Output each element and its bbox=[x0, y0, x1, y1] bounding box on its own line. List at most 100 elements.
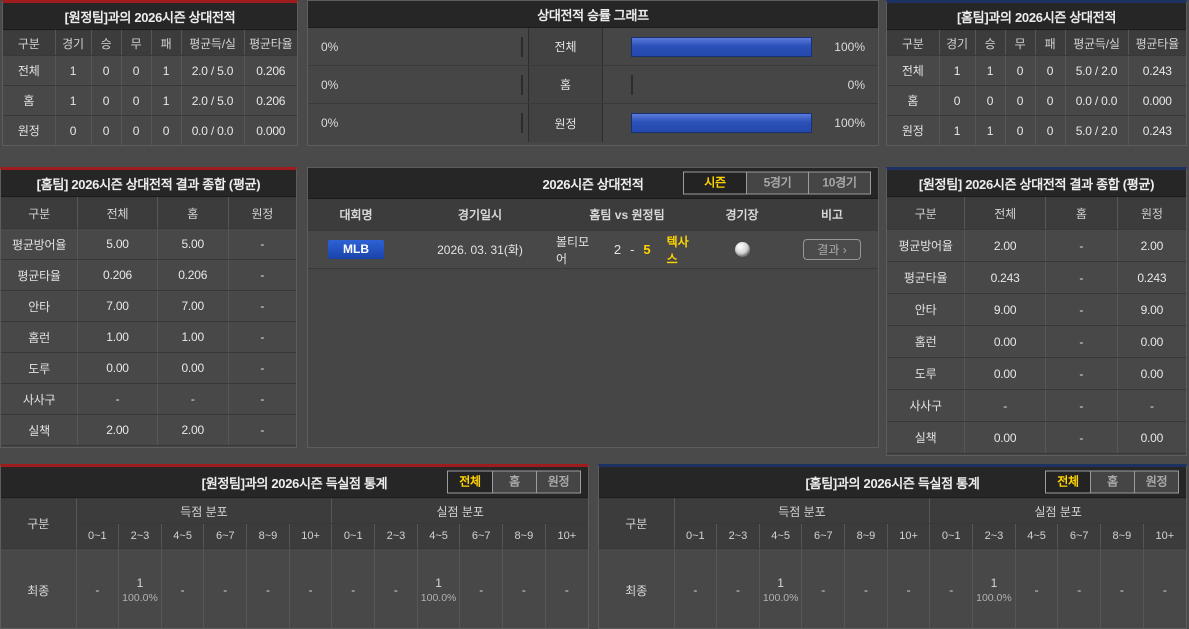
result-button[interactable]: 결과 › bbox=[803, 239, 860, 260]
table-row: 최종--1100.0%----1100.0%---- bbox=[599, 549, 1186, 629]
bin-header-row: 0~12~34~56~78~910+0~12~34~56~78~910+ bbox=[599, 524, 1186, 549]
distribution-cell: - bbox=[930, 549, 973, 629]
stat-cell: 0.0 / 0.0 bbox=[181, 116, 244, 146]
match-date: 2026. 03. 31(화) bbox=[404, 241, 556, 258]
home-winrate-value: 0% bbox=[848, 78, 865, 92]
distribution-cell: - bbox=[332, 549, 375, 629]
stat-cell: 0 bbox=[55, 116, 91, 146]
match-row[interactable]: MLB 2026. 03. 31(화) 볼티모어 2 - 5 텍사스 결과 › bbox=[308, 231, 878, 269]
bin-header: 6~7 bbox=[460, 524, 503, 549]
corner-header: 구분 bbox=[1, 499, 76, 549]
table-row: 평균방어율2.00-2.00 bbox=[887, 230, 1186, 262]
row-label: 실책 bbox=[887, 422, 965, 454]
stat-cell: 1 bbox=[55, 86, 91, 116]
league-cell: MLB bbox=[308, 240, 404, 259]
tab-away[interactable]: 원정 bbox=[1134, 472, 1178, 493]
distribution-cell: - bbox=[1101, 549, 1144, 629]
group-header: 득점 분포 bbox=[674, 499, 930, 524]
table-row: 최종-1100.0%------1100.0%--- bbox=[1, 549, 588, 629]
distribution-cell: - bbox=[545, 549, 588, 629]
panel-title: 2026시즌 상대전적 bbox=[543, 174, 644, 193]
stat-cell: 0.00 bbox=[1117, 422, 1186, 454]
score-dash: - bbox=[630, 242, 634, 257]
tab-all[interactable]: 전체 bbox=[1046, 472, 1090, 493]
tab-season[interactable]: 시즌 bbox=[684, 173, 746, 194]
stat-cell: 1 bbox=[151, 56, 181, 86]
column-header: 원정 bbox=[1117, 198, 1186, 230]
count-value: - bbox=[1035, 583, 1039, 597]
bin-header: 4~5 bbox=[1015, 524, 1058, 549]
row-label: 전체 bbox=[3, 56, 55, 86]
stat-cell: 0.206 bbox=[78, 260, 158, 291]
away-h2h-table: 구분경기승무패평균득/실평균타율전체10012.0 / 5.00.206홈100… bbox=[3, 30, 297, 146]
winrate-bar bbox=[631, 37, 812, 57]
panel-title-bar: [홈팀]과의 2026시즌 득실점 통계 전체홈원정 bbox=[599, 467, 1186, 498]
table-row: 도루0.000.00- bbox=[1, 353, 296, 384]
row-label: 평균타율 bbox=[887, 262, 965, 294]
column-header: 경기 bbox=[939, 31, 975, 56]
home-score-stats-table: 구분득점 분포실점 분포0~12~34~56~78~910+0~12~34~56… bbox=[599, 498, 1186, 629]
bin-header: 4~5 bbox=[759, 524, 802, 549]
stat-cell: 0 bbox=[1035, 56, 1065, 86]
percent-value: 100.0% bbox=[119, 592, 161, 604]
column-header-note: 비고 bbox=[786, 206, 878, 223]
row-label: 도루 bbox=[1, 353, 78, 384]
table-row: 실책2.002.00- bbox=[1, 415, 296, 446]
stat-cell: - bbox=[228, 415, 296, 446]
stat-cell: 0 bbox=[121, 56, 151, 86]
count-value: - bbox=[907, 583, 911, 597]
bin-header: 0~1 bbox=[76, 524, 119, 549]
column-header: 홈 bbox=[157, 198, 228, 229]
tab-5games[interactable]: 5경기 bbox=[746, 173, 808, 194]
count-value: - bbox=[223, 583, 227, 597]
distribution-cell: - bbox=[375, 549, 418, 629]
stat-cell: 2.0 / 5.0 bbox=[181, 86, 244, 116]
group-header: 실점 분포 bbox=[930, 499, 1186, 524]
panel-title: 상대전적 승률 그래프 bbox=[537, 5, 649, 24]
panel-title: [원정팀]과의 2026시즌 상대전적 bbox=[65, 7, 236, 26]
count-value: - bbox=[693, 583, 697, 597]
baseball-icon[interactable] bbox=[735, 242, 750, 257]
column-header: 승 bbox=[975, 31, 1005, 56]
row-label: 최종 bbox=[1, 549, 76, 629]
stat-cell: - bbox=[228, 384, 296, 415]
stat-cell: 0.206 bbox=[157, 260, 228, 291]
tab-home[interactable]: 홈 bbox=[1090, 472, 1134, 493]
bin-header: 8~9 bbox=[845, 524, 888, 549]
stat-cell: 0.00 bbox=[1117, 358, 1186, 390]
home-summary-panel: [홈팀] 2026시즌 상대전적 결과 종합 (평균) 구분전체홈원정평균방어율… bbox=[0, 167, 297, 448]
bin-header-row: 0~12~34~56~78~910+0~12~34~56~78~910+ bbox=[1, 524, 588, 549]
stat-cell: 0 bbox=[91, 86, 121, 116]
tab-10games[interactable]: 10경기 bbox=[808, 173, 870, 194]
row-label: 홈 bbox=[3, 86, 55, 116]
stat-cell: - bbox=[1045, 326, 1117, 358]
header-row: 구분경기승무패평균득/실평균타율 bbox=[3, 31, 297, 56]
bin-header: 6~7 bbox=[1058, 524, 1101, 549]
panel-title-bar: [홈팀]과의 2026시즌 상대전적 bbox=[887, 3, 1186, 30]
row-label: 원정 bbox=[887, 116, 939, 146]
stat-cell: 7.00 bbox=[157, 291, 228, 322]
bar-track bbox=[356, 75, 523, 95]
row-label: 홈 bbox=[887, 86, 939, 116]
tab-home[interactable]: 홈 bbox=[492, 472, 536, 493]
bar-track bbox=[631, 75, 812, 95]
column-header: 원정 bbox=[228, 198, 296, 229]
column-header: 구분 bbox=[887, 198, 965, 230]
bin-header: 4~5 bbox=[417, 524, 460, 549]
count-value: - bbox=[949, 583, 953, 597]
panel-title-bar: 2026시즌 상대전적 시즌5경기10경기 bbox=[308, 168, 878, 199]
panel-title-bar: [원정팀] 2026시즌 상대전적 결과 종합 (평균) bbox=[887, 170, 1186, 197]
header-row: 구분전체홈원정 bbox=[887, 198, 1186, 230]
row-label: 홈런 bbox=[1, 322, 78, 353]
stat-cell: 0 bbox=[1035, 116, 1065, 146]
stat-cell: 0.243 bbox=[1117, 262, 1186, 294]
count-value: - bbox=[1077, 583, 1081, 597]
tab-away[interactable]: 원정 bbox=[536, 472, 580, 493]
note-cell: 결과 › bbox=[786, 239, 878, 260]
bin-header: 0~1 bbox=[674, 524, 717, 549]
home-score: 2 bbox=[614, 242, 621, 257]
stat-cell: 0 bbox=[1035, 86, 1065, 116]
stat-cell: 0.00 bbox=[78, 353, 158, 384]
tab-all[interactable]: 전체 bbox=[448, 472, 492, 493]
panel-title: [홈팀]과의 2026시즌 득실점 통계 bbox=[806, 473, 980, 492]
